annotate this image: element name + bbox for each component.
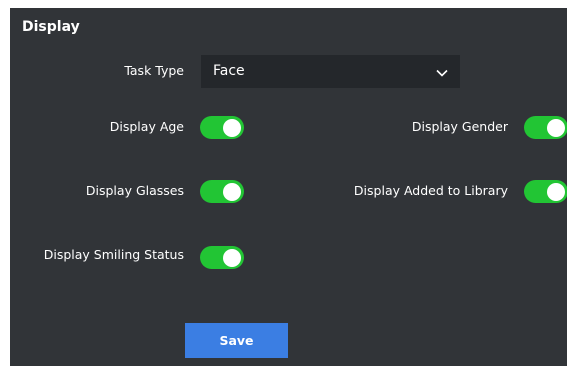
task-type-value: Face xyxy=(213,63,245,79)
display-added-to-library-toggle[interactable] xyxy=(524,180,567,203)
display-smiling-status-label: Display Smiling Status xyxy=(43,247,184,262)
toggle-knob xyxy=(547,182,565,201)
display-glasses-toggle[interactable] xyxy=(200,180,244,203)
panel-title: Display xyxy=(22,19,80,35)
display-gender-toggle[interactable] xyxy=(524,116,567,139)
task-type-label: Task Type xyxy=(124,63,184,78)
toggle-knob xyxy=(223,248,241,267)
task-type-select[interactable]: Face xyxy=(201,55,460,88)
display-gender-label: Display Gender xyxy=(411,119,508,134)
display-settings-panel: Display Task Type Face Display Age Displ… xyxy=(10,8,567,366)
chevron-down-icon xyxy=(436,64,448,77)
display-age-toggle[interactable] xyxy=(200,116,244,139)
toggle-knob xyxy=(223,182,241,201)
display-age-label: Display Age xyxy=(109,119,184,134)
display-smiling-status-toggle[interactable] xyxy=(200,246,244,269)
display-glasses-label: Display Glasses xyxy=(85,183,184,198)
save-button[interactable]: Save xyxy=(185,323,288,358)
toggle-knob xyxy=(223,118,241,137)
display-added-to-library-label: Display Added to Library xyxy=(353,183,508,198)
toggle-knob xyxy=(547,118,565,137)
